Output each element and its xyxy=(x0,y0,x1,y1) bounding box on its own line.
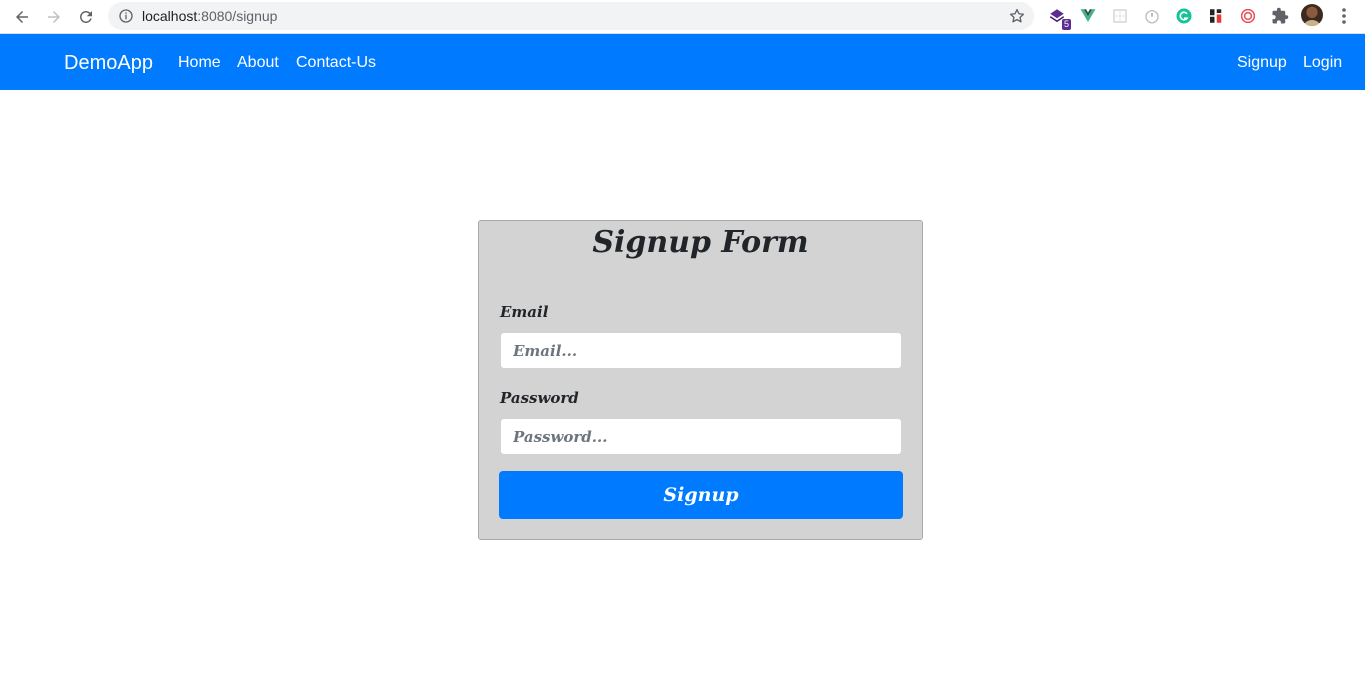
nav-link-login[interactable]: Login xyxy=(1303,53,1342,73)
extension-grid-button[interactable] xyxy=(1109,5,1131,27)
back-arrow-icon xyxy=(16,11,28,23)
nav-link-about[interactable]: About xyxy=(237,53,279,73)
grid-icon xyxy=(1113,9,1127,23)
timer-icon xyxy=(1145,10,1159,24)
bookmark-star-icon[interactable] xyxy=(1008,7,1026,25)
grammarly-icon xyxy=(1176,8,1192,24)
browser-toolbar: localhost:8080/signup 5 xyxy=(0,0,1365,34)
password-label: Password xyxy=(500,389,579,407)
profile-avatar[interactable] xyxy=(1301,4,1323,26)
forward-arrow-icon xyxy=(48,11,60,23)
more-options-icon[interactable] xyxy=(1336,6,1352,26)
nav-link-signup[interactable]: Signup xyxy=(1237,53,1287,73)
extension-blocks-button[interactable] xyxy=(1205,5,1227,27)
email-field[interactable] xyxy=(500,332,902,369)
spiral-icon xyxy=(1240,8,1256,24)
url-path: :8080/signup xyxy=(197,8,278,24)
extensions-menu-button[interactable] xyxy=(1269,5,1291,27)
extension-grammarly-button[interactable] xyxy=(1173,5,1195,27)
blocks-icon xyxy=(1210,9,1222,23)
extension-stack-button[interactable]: 5 xyxy=(1046,5,1071,30)
info-icon[interactable] xyxy=(118,8,134,24)
back-button[interactable] xyxy=(8,3,36,31)
signup-card: Signup Form Email Password Signup xyxy=(478,220,923,540)
form-title: Signup Form xyxy=(592,225,809,260)
brand-logo[interactable]: DemoApp xyxy=(64,51,153,75)
email-label: Email xyxy=(500,303,549,321)
nav-link-contact-us[interactable]: Contact-Us xyxy=(296,53,376,73)
extension-spiral-button[interactable] xyxy=(1237,5,1259,27)
signup-submit-button[interactable]: Signup xyxy=(499,471,903,519)
password-field[interactable] xyxy=(500,418,902,455)
extension-timer-button[interactable] xyxy=(1141,5,1163,27)
url-text: localhost:8080/signup xyxy=(142,8,277,24)
reload-icon xyxy=(79,10,92,23)
nav-link-home[interactable]: Home xyxy=(178,53,221,73)
url-host: localhost xyxy=(142,8,198,24)
puzzle-piece-icon xyxy=(1272,7,1289,24)
app-navbar: DemoApp Home About Contact-Us Signup Log… xyxy=(0,34,1365,90)
vue-icon xyxy=(1080,9,1096,22)
forward-button[interactable] xyxy=(40,3,68,31)
address-bar[interactable]: localhost:8080/signup xyxy=(108,2,1034,30)
reload-button[interactable] xyxy=(72,3,100,31)
extension-badge: 5 xyxy=(1061,19,1071,30)
extension-vue-button[interactable] xyxy=(1077,5,1099,27)
